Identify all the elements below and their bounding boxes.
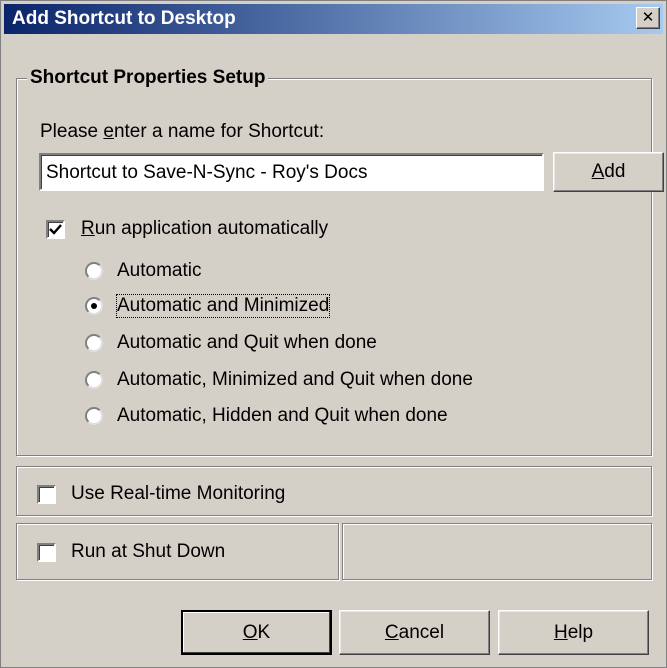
help-mnemonic: H <box>553 622 568 643</box>
name-label: Please enter a name for Shortcut: <box>40 121 324 143</box>
option-label[interactable]: Automatic, Hidden and Quit when done <box>117 405 448 427</box>
ok-rest: K <box>257 622 271 643</box>
ok-mnemonic: O <box>242 622 258 643</box>
add-button[interactable]: Add <box>553 152 664 192</box>
close-button[interactable]: ✕ <box>636 7 660 29</box>
option-label[interactable]: Automatic, Minimized and Quit when done <box>117 369 473 391</box>
cancel-mnemonic: C <box>384 622 399 643</box>
radio-automatic-minimized-quit[interactable] <box>85 371 103 389</box>
run-at-shutdown-label[interactable]: Run at Shut Down <box>71 541 225 563</box>
add-button-rest: dd <box>604 161 626 182</box>
dialog-window: Add Shortcut to Desktop ✕ Shortcut Prope… <box>0 0 667 668</box>
realtime-monitoring-label[interactable]: Use Real-time Monitoring <box>71 483 285 505</box>
radio-automatic-minimized[interactable] <box>85 297 103 315</box>
help-button[interactable]: Help <box>498 610 649 655</box>
name-label-pre: Please <box>40 121 104 142</box>
cancel-rest: ancel <box>398 622 445 643</box>
run-automatically-label[interactable]: Run application automatically <box>81 218 328 240</box>
empty-panel <box>342 523 652 580</box>
radio-automatic-quit[interactable] <box>85 334 103 352</box>
radio-selected-dot <box>91 303 97 309</box>
run-automatically-mnemonic: R <box>81 218 95 239</box>
run-at-shutdown-checkbox[interactable] <box>37 543 56 562</box>
group-legend: Shortcut Properties Setup <box>27 67 269 89</box>
add-button-mnemonic: A <box>591 161 605 182</box>
option-label[interactable]: Automatic <box>117 260 201 282</box>
title-bar[interactable]: Add Shortcut to Desktop ✕ <box>4 4 663 34</box>
realtime-monitoring-checkbox[interactable] <box>37 485 56 504</box>
check-mark-icon <box>49 224 62 235</box>
radio-automatic-hidden-quit[interactable] <box>85 407 103 425</box>
cancel-button[interactable]: Cancel <box>339 610 490 655</box>
window-title: Add Shortcut to Desktop <box>12 8 236 29</box>
option-label[interactable]: Automatic and Minimized <box>115 294 331 318</box>
option-label[interactable]: Automatic and Quit when done <box>117 332 377 354</box>
name-label-post: nter a name for Shortcut: <box>113 121 325 142</box>
run-automatically-checkbox[interactable] <box>46 220 65 239</box>
name-label-mnemonic: e <box>103 121 114 142</box>
help-rest: elp <box>567 622 594 643</box>
ok-button[interactable]: OK <box>181 610 332 655</box>
run-automatically-rest: un application automatically <box>94 218 329 239</box>
close-icon: ✕ <box>641 9 655 26</box>
shortcut-name-input[interactable]: Shortcut to Save-N-Sync - Roy's Docs <box>39 153 544 191</box>
radio-automatic[interactable] <box>85 262 103 280</box>
